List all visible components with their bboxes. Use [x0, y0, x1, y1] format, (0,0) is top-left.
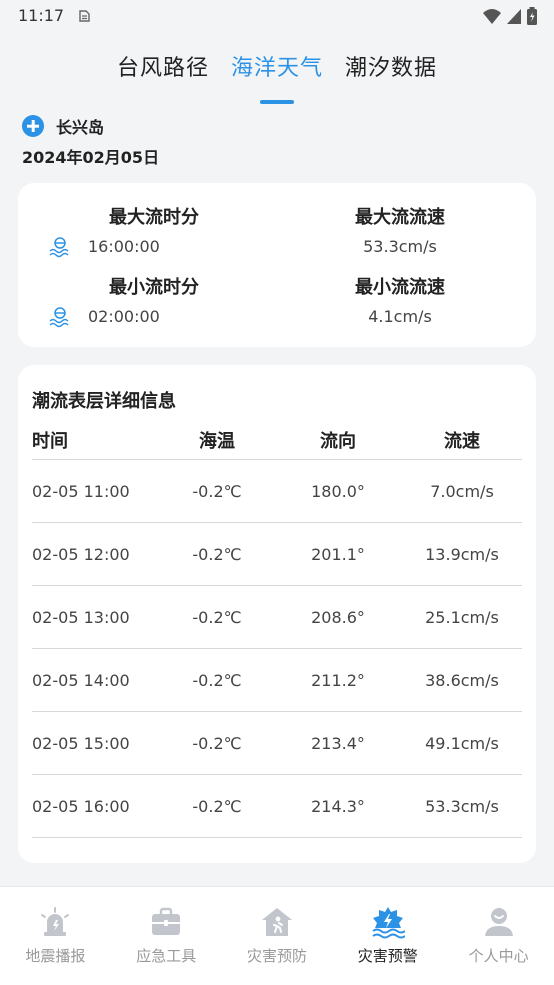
tab-tide-data[interactable]: 潮汐数据 [345, 50, 437, 96]
column-header-time: 时间 [32, 431, 68, 452]
cell-time: 02-05 15:00 [32, 734, 130, 753]
house-prevention-icon [261, 908, 292, 936]
cell-speed: 49.1cm/s [425, 734, 499, 753]
table-row: 02-05 15:00 -0.2℃ 213.4° 49.1cm/s [32, 712, 522, 775]
table-header: 时间 海温 流向 流速 [32, 425, 522, 460]
tide-icon [49, 307, 69, 328]
tab-ocean-weather[interactable]: 海洋天气 [231, 50, 323, 96]
toolbox-icon [152, 907, 181, 935]
cell-direction: 214.3° [311, 797, 365, 816]
wifi-icon [483, 9, 501, 24]
cell-time: 02-05 13:00 [32, 608, 130, 627]
nav-earthquake-broadcast[interactable]: 地震播报 [0, 887, 111, 985]
cell-speed: 13.9cm/s [425, 545, 499, 564]
column-header-sea-temp: 海温 [199, 431, 235, 452]
min-time-label: 最小流时分 [109, 277, 199, 298]
location-name: 长兴岛 [56, 118, 105, 137]
nav-label: 应急工具 [136, 947, 197, 965]
table-row: 02-05 11:00 -0.2℃ 180.0° 7.0cm/s [32, 460, 522, 523]
cell-time: 02-05 12:00 [32, 545, 130, 564]
detail-title: 潮流表层详细信息 [32, 391, 176, 412]
user-icon [484, 908, 513, 936]
bottom-navigation: 地震播报 应急工具 灾害预防 灾害预警 个人中心 [0, 886, 554, 985]
surface-current-detail-card: 潮流表层详细信息 时间 海温 流向 流速 02-05 11:00 -0.2℃ 1… [18, 365, 536, 863]
status-time: 11:17 [18, 6, 65, 25]
nav-disaster-prevention[interactable]: 灾害预防 [222, 887, 333, 985]
system-icons [482, 6, 538, 26]
table-row: 02-05 14:00 -0.2℃ 211.2° 38.6cm/s [32, 649, 522, 712]
min-speed-label: 最小流流速 [355, 277, 445, 298]
cell-sea-temp: -0.2℃ [192, 608, 242, 627]
cell-speed: 7.0cm/s [430, 482, 494, 501]
current-summary-card: 最大流时分 最大流流速 16:00:00 53.3cm/s 最小流时分 最小流流… [18, 183, 536, 347]
cell-time: 02-05 14:00 [32, 671, 130, 690]
earthquake-alarm-icon [41, 907, 70, 936]
cell-speed: 38.6cm/s [425, 671, 499, 690]
cell-sea-temp: -0.2℃ [192, 671, 242, 690]
cell-speed: 53.3cm/s [425, 797, 499, 816]
cell-direction: 201.1° [311, 545, 365, 564]
cell-direction: 213.4° [311, 734, 365, 753]
nav-disaster-warning[interactable]: 灾害预警 [332, 887, 443, 985]
cell-direction: 180.0° [311, 482, 365, 501]
cell-sea-temp: -0.2℃ [192, 797, 242, 816]
top-tabs: 台风路径 海洋天气 潮汐数据 [0, 50, 554, 96]
nav-label: 灾害预防 [246, 947, 307, 965]
location-selector[interactable]: 长兴岛 [22, 114, 104, 138]
tab-typhoon-path[interactable]: 台风路径 [117, 50, 209, 96]
max-current-row: 最大流时分 最大流流速 16:00:00 53.3cm/s [18, 183, 536, 258]
table-row: 02-05 16:00 -0.2℃ 214.3° 53.3cm/s [32, 775, 522, 838]
cell-direction: 211.2° [311, 671, 365, 690]
max-speed-label: 最大流流速 [355, 207, 445, 228]
table-row: 02-05 12:00 -0.2℃ 201.1° 13.9cm/s [32, 523, 522, 586]
cell-speed: 25.1cm/s [425, 608, 499, 627]
cell-sea-temp: -0.2℃ [192, 734, 242, 753]
cell-sea-temp: -0.2℃ [192, 482, 242, 501]
nav-label: 个人中心 [468, 947, 529, 965]
column-header-direction: 流向 [320, 431, 356, 452]
column-header-speed: 流速 [444, 431, 480, 452]
forecast-date: 2024年02月05日 [22, 148, 160, 167]
min-time-value: 02:00:00 [88, 307, 160, 326]
max-time-label: 最大流时分 [109, 207, 199, 228]
table-row: 02-05 13:00 -0.2℃ 208.6° 25.1cm/s [32, 586, 522, 649]
add-location-icon[interactable] [22, 115, 44, 137]
status-bar: 11:17 [0, 0, 554, 32]
signal-icon [507, 9, 521, 24]
min-current-row: 最小流时分 最小流流速 02:00:00 4.1cm/s [18, 253, 536, 328]
nav-label: 地震播报 [25, 947, 86, 965]
nav-personal-center[interactable]: 个人中心 [443, 887, 554, 985]
sim-card-icon [79, 10, 90, 22]
cell-sea-temp: -0.2℃ [192, 545, 242, 564]
nav-emergency-tools[interactable]: 应急工具 [111, 887, 222, 985]
disaster-warning-icon [372, 907, 405, 939]
min-speed-value: 4.1cm/s [368, 307, 432, 326]
nav-label: 灾害预警 [357, 947, 418, 965]
battery-icon [527, 7, 537, 25]
cell-direction: 208.6° [311, 608, 365, 627]
cell-time: 02-05 11:00 [32, 482, 130, 501]
cell-time: 02-05 16:00 [32, 797, 130, 816]
